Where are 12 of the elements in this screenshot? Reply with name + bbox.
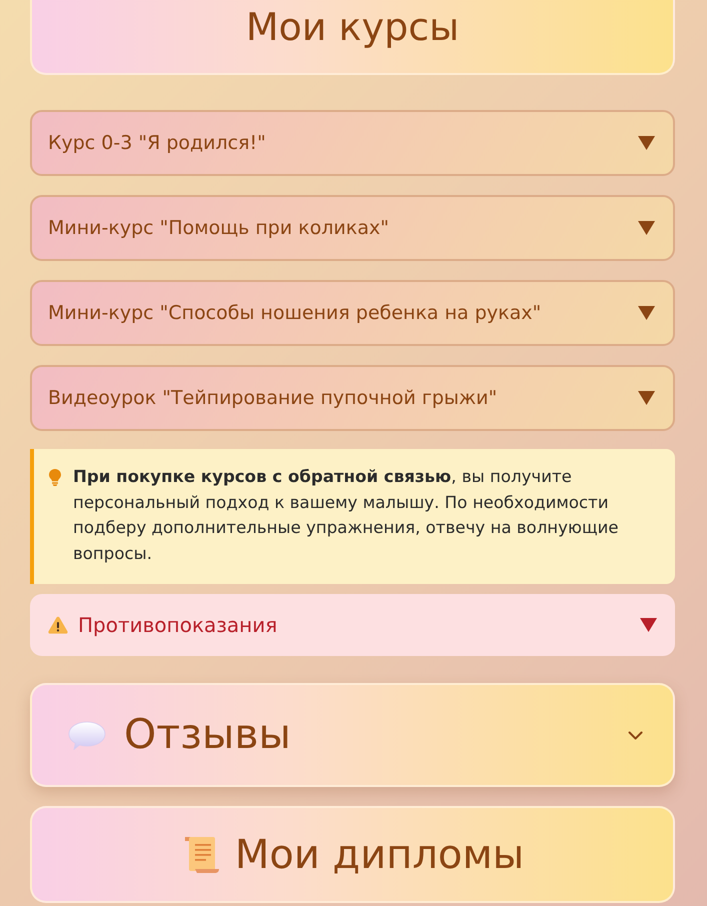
speech-bubble-icon: [68, 720, 106, 750]
course-accordion[interactable]: Мини-курс "Способы ношения ребенка на руках": [30, 280, 675, 346]
course-accordion[interactable]: Мини-курс "Помощь при коликах": [30, 195, 675, 261]
course-accordion[interactable]: Курс 0-3 "Я родился!": [30, 110, 675, 176]
diplomas-title: Мои дипломы: [234, 830, 524, 878]
contraindications-accordion[interactable]: Противопоказания: [30, 594, 675, 656]
warning-icon: [48, 616, 68, 634]
lightbulb-icon: [49, 469, 61, 486]
note-text: При покупке курсов с обратной связью, вы получите персональный подход к вашему малышу. По необходимости подберу дополнительные упражнения, отвечу на волнующие вопросы.: [73, 466, 620, 565]
page-title: Мои курсы: [246, 4, 460, 50]
course-accordion[interactable]: Видеоурок "Тейпирование пупочной грыжи": [30, 365, 675, 431]
reviews-accordion[interactable]: Отзывы: [30, 683, 675, 787]
